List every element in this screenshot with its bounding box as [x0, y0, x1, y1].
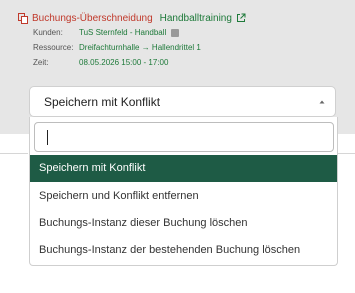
option-save-and-remove-conflict[interactable]: Speichern und Konflikt entfernen: [30, 183, 337, 210]
conflict-action-select[interactable]: Speichern mit Konflikt: [29, 86, 336, 117]
divider-right: [337, 153, 355, 154]
text-cursor: [47, 130, 48, 145]
detail-label: Kunden:: [33, 28, 63, 37]
resource-value: Dreifachturnhalle → Hallendrittel 1: [79, 43, 201, 52]
tag-icon: [171, 29, 180, 37]
select-dropdown: Speichern mit Konflikt Speichern und Kon…: [29, 117, 338, 266]
customer-value: TuS Sternfeld - Handball: [79, 28, 167, 37]
time-value: 08.05.2026 15:00 - 17:00: [79, 58, 169, 67]
conflict-type-label: Buchungs-Überschneidung: [32, 12, 153, 24]
divider-left: [0, 153, 28, 154]
detail-row-time: Zeit: 08.05.2026 15:00 - 17:00: [33, 58, 168, 67]
conflict-header: Buchungs-Überschneidung Handballtraining: [18, 11, 246, 25]
option-delete-existing-instance[interactable]: Buchungs-Instanz der bestehenden Buchung…: [30, 237, 337, 264]
booking-name-link[interactable]: Handballtraining: [160, 13, 232, 24]
detail-label: Zeit:: [33, 58, 49, 67]
select-current-value: Speichern mit Konflikt: [44, 95, 161, 109]
option-save-with-conflict[interactable]: Speichern mit Konflikt: [30, 155, 337, 182]
detail-label: Ressource:: [33, 43, 74, 52]
detail-row-customer: Kunden: TuS Sternfeld - Handball: [33, 28, 180, 37]
caret-up-icon: [319, 100, 325, 104]
external-link-icon[interactable]: [236, 13, 246, 23]
option-delete-this-instance[interactable]: Buchungs-Instanz dieser Buchung löschen: [30, 210, 337, 237]
dropdown-search-input[interactable]: [34, 122, 334, 152]
detail-row-resource: Ressource: Dreifachturnhalle → Hallendri…: [33, 43, 201, 52]
overlap-squares-icon: [18, 12, 28, 24]
